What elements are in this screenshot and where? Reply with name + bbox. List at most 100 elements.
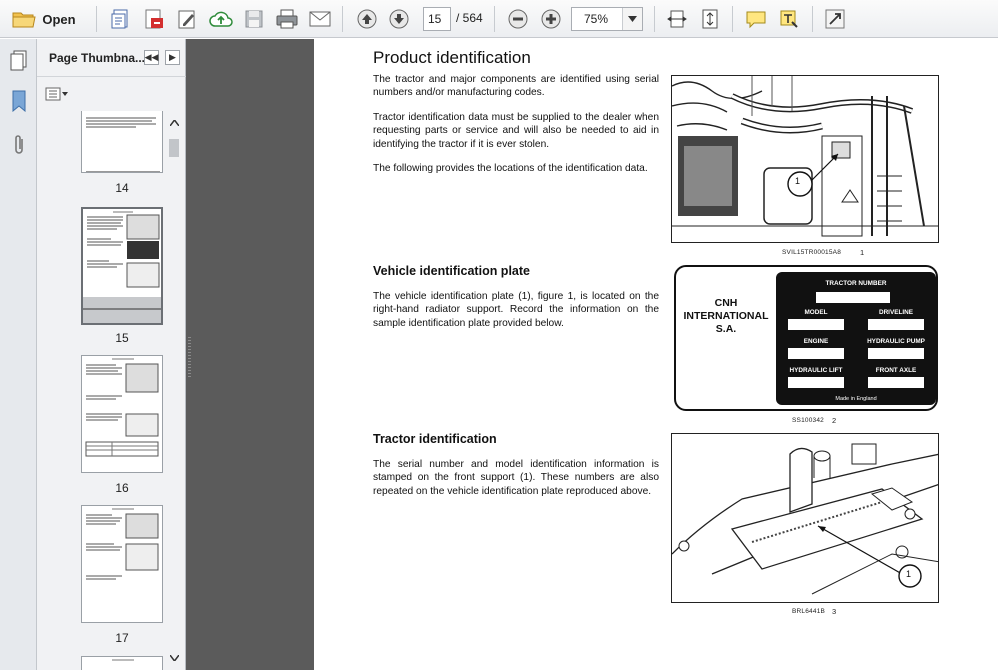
zoom-select[interactable]: 75%	[571, 7, 643, 31]
thumbnail-page-16[interactable]	[81, 355, 163, 473]
panel-title: Page Thumbna...	[49, 51, 146, 65]
upload-button[interactable]	[207, 6, 235, 32]
printer-icon	[276, 9, 298, 29]
thumbnail-list: 14 15 16 17	[37, 111, 166, 670]
create-pdf-icon	[111, 9, 128, 29]
thumbnail-preview	[86, 508, 159, 580]
toolbar-separator	[732, 6, 733, 32]
thumbnail-page-17[interactable]	[81, 505, 163, 623]
pages-panel-button[interactable]	[8, 49, 30, 73]
figure-number: 3	[832, 607, 837, 616]
thumbnail-label: 14	[115, 181, 129, 195]
thumbnail-page-14[interactable]	[81, 111, 163, 173]
thumbnail-preview	[86, 117, 160, 172]
plate-field	[788, 348, 844, 359]
previous-page-button[interactable]	[354, 6, 380, 32]
plate-label-front-axle: FRONT AXLE	[875, 367, 917, 374]
panel-resize-handle[interactable]	[188, 337, 191, 377]
plate-field	[868, 319, 924, 330]
save-button[interactable]	[241, 6, 267, 32]
envelope-icon	[309, 11, 331, 27]
plate-label-tractor-number: TRACTOR NUMBER	[825, 280, 887, 287]
plate-company-line: S.A.	[715, 323, 737, 335]
highlight-text-icon	[780, 10, 798, 28]
fit-width-icon	[667, 10, 687, 28]
chevron-down-icon[interactable]	[622, 8, 642, 30]
next-page-button[interactable]	[386, 6, 412, 32]
figure-callout: 1	[906, 569, 912, 579]
create-pdf-button[interactable]	[108, 6, 134, 32]
section-heading: Tractor identification	[373, 432, 497, 446]
front-support-illustration	[672, 434, 938, 602]
expand-icon	[825, 9, 845, 29]
highlight-text-button[interactable]	[776, 6, 802, 32]
open-button[interactable]: Open	[8, 6, 80, 32]
thumbnail-scrollbar[interactable]	[166, 111, 182, 670]
comment-button[interactable]	[743, 6, 769, 32]
plate-label-hydraulic-pump: HYDRAULIC PUMP	[867, 338, 925, 345]
figure-code: SVIL15TR00015A8	[782, 249, 842, 256]
document-viewer[interactable]: Product identification The tractor and m…	[186, 39, 998, 670]
thumbnail-page-18[interactable]	[81, 656, 163, 670]
bookmark-icon	[12, 90, 26, 112]
figure-callout: 1	[795, 176, 801, 186]
thumbnail-preview	[112, 659, 134, 661]
minus-circle-icon	[508, 9, 528, 29]
toolbar-separator	[494, 6, 495, 32]
plate-label-hydraulic-lift: HYDRAULIC LIFT	[789, 367, 843, 374]
arrow-up-icon	[357, 9, 377, 29]
speech-bubble-icon	[746, 11, 766, 29]
collapse-panel-button[interactable]: ◀◀	[144, 50, 159, 65]
export-pdf-button[interactable]	[141, 6, 167, 32]
plate-company-line: INTERNATIONAL	[683, 310, 769, 322]
fit-page-button[interactable]	[697, 6, 723, 32]
edit-icon	[178, 10, 195, 29]
toolbar-separator	[654, 6, 655, 32]
paperclip-icon	[15, 135, 23, 154]
panel-menu-button[interactable]: ▶	[165, 50, 180, 65]
page-number-input[interactable]: 15	[423, 7, 451, 31]
zoom-in-button[interactable]	[538, 6, 564, 32]
engine-bay-illustration	[672, 76, 938, 242]
main-toolbar: Open 15 / 564 75%	[0, 0, 998, 38]
figure-code: SS100342	[792, 417, 824, 424]
page-title: Product identification	[373, 48, 531, 67]
arrow-down-icon	[389, 9, 409, 29]
toolbar-separator	[342, 6, 343, 32]
plate-field	[816, 292, 890, 303]
save-icon	[245, 10, 263, 28]
scrollbar-thumb[interactable]	[169, 139, 179, 157]
full-screen-button[interactable]	[822, 6, 848, 32]
plate-company-line: CNH	[714, 297, 738, 309]
plate-field	[788, 377, 844, 388]
email-button[interactable]	[306, 6, 334, 32]
pdf-export-icon	[145, 9, 163, 29]
zoom-out-button[interactable]	[505, 6, 531, 32]
intro-paragraph-2: Tractor identification data must be supp…	[373, 112, 659, 150]
section-paragraph: The vehicle identification plate (1), fi…	[373, 291, 659, 329]
navigation-rail	[0, 39, 37, 670]
scroll-up-icon[interactable]	[166, 115, 182, 131]
zoom-value: 75%	[584, 12, 609, 26]
section-paragraph: The serial number and model identificati…	[373, 459, 659, 497]
open-label: Open	[42, 11, 76, 27]
fit-page-icon	[702, 9, 718, 29]
thumbnail-page-15[interactable]	[81, 207, 163, 325]
intro-paragraph-3: The following provides the locations of …	[373, 163, 648, 174]
identification-plate: CNH INTERNATIONAL S.A. TRACTOR NUMBER MO…	[674, 265, 938, 411]
plate-field	[788, 319, 844, 330]
toolbar-separator	[812, 6, 813, 32]
edit-pdf-button[interactable]	[174, 6, 200, 32]
thumbnail-options-button[interactable]	[45, 85, 71, 103]
bookmarks-button[interactable]	[8, 89, 30, 113]
document-page: Product identification The tractor and m…	[314, 39, 998, 670]
thumbnail-preview	[83, 209, 161, 323]
figure-number: 1	[860, 248, 865, 257]
figure-code: BRL6441B	[792, 608, 826, 615]
print-button[interactable]	[273, 6, 301, 32]
attachments-button[interactable]	[8, 133, 30, 157]
plate-field	[868, 348, 924, 359]
scroll-down-icon[interactable]	[166, 650, 182, 666]
thumbnail-label: 17	[115, 631, 129, 645]
fit-width-button[interactable]	[664, 6, 690, 32]
